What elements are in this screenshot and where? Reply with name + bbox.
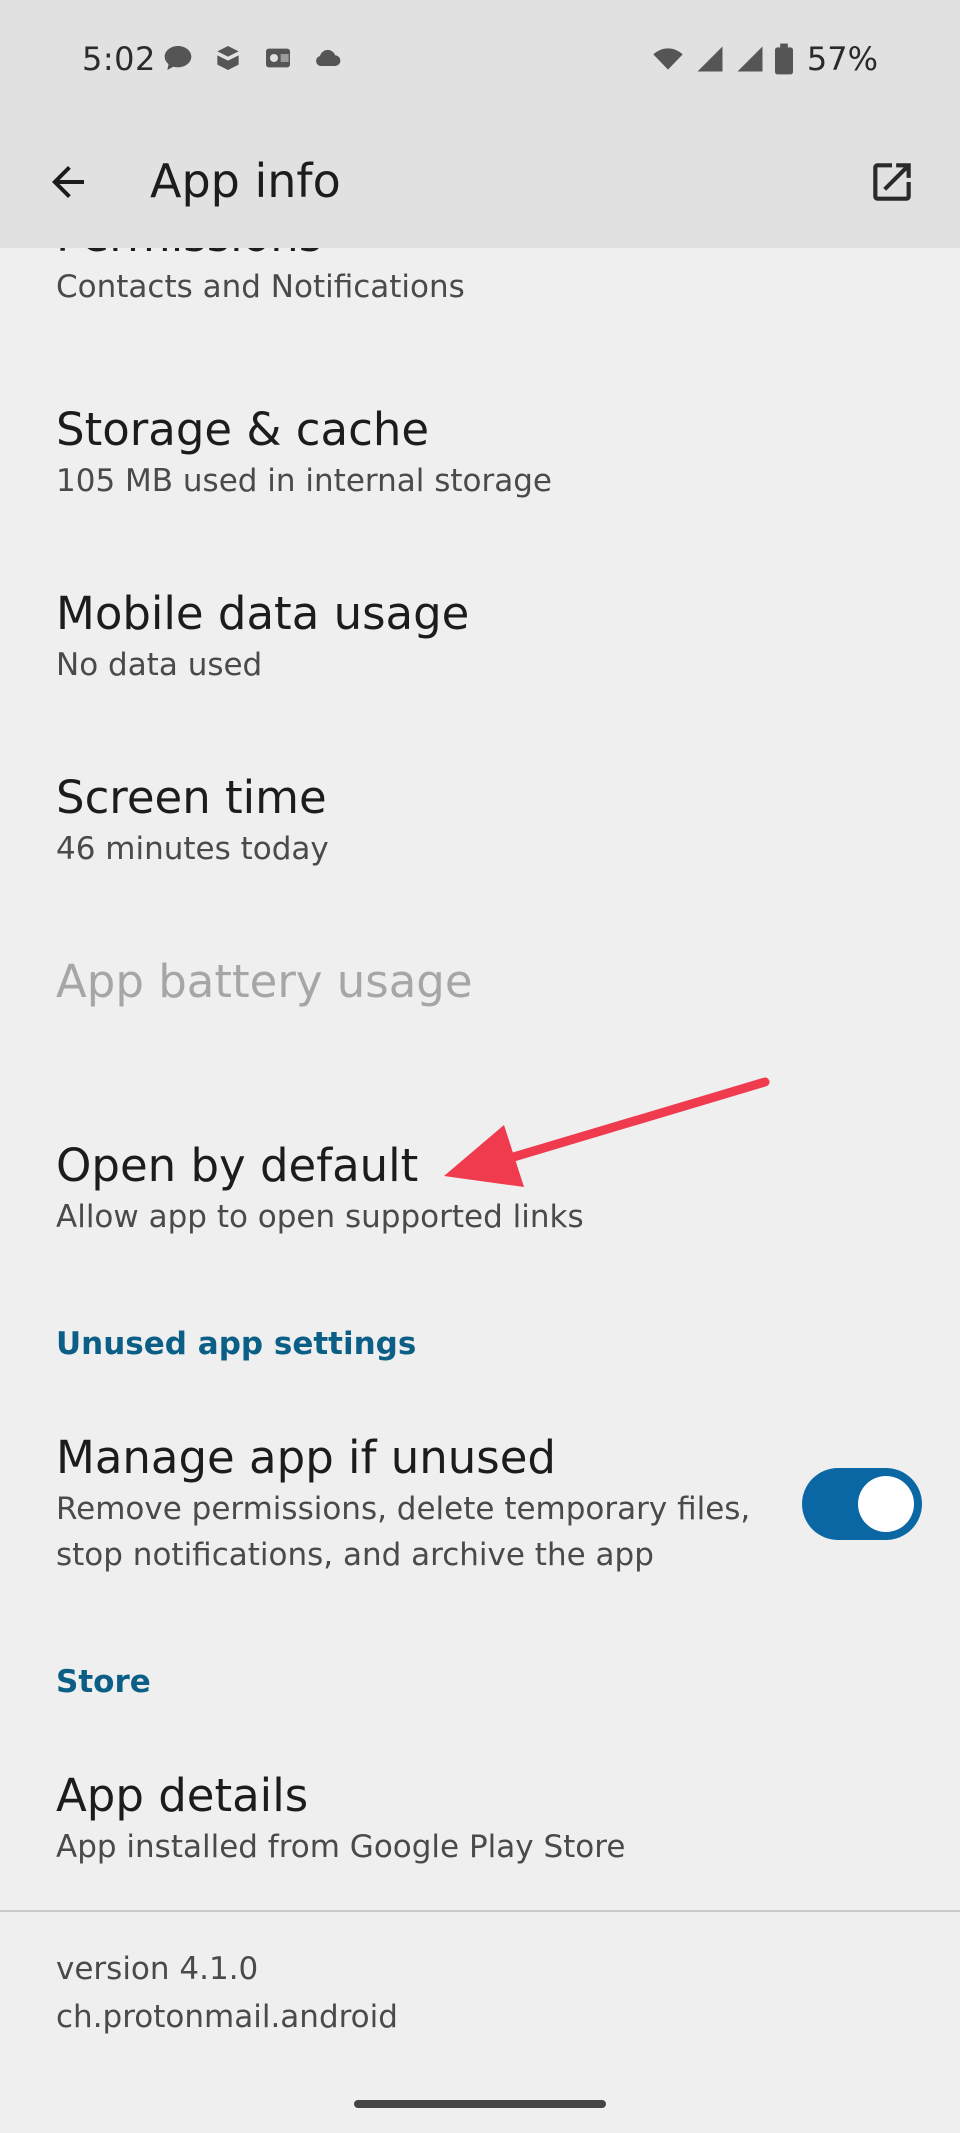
list-item-permissions[interactable]: Permissions Contacts and Notifications xyxy=(56,248,916,310)
item-subtitle: 46 minutes today xyxy=(56,831,329,867)
list-item-app-details[interactable]: App details App installed from Google Pl… xyxy=(56,1768,916,1870)
back-button[interactable] xyxy=(36,150,100,214)
battery-icon xyxy=(774,43,793,75)
list-item-manage-if-unused[interactable]: Manage app if unused Remove permissions,… xyxy=(56,1430,776,1578)
item-title: App battery usage xyxy=(56,955,473,1008)
manage-unused-toggle[interactable] xyxy=(802,1468,922,1540)
section-header-unused: Unused app settings xyxy=(56,1326,417,1362)
chat-bubble-icon xyxy=(164,46,192,70)
item-subtitle: Allow app to open supported links xyxy=(56,1199,584,1235)
version-text: version 4.1.0 xyxy=(56,1951,259,1987)
status-bar: 5:02 57% xyxy=(0,0,960,120)
open-in-new-icon xyxy=(873,163,911,201)
signal-icon-2 xyxy=(737,46,763,72)
section-header-store: Store xyxy=(56,1664,151,1700)
outlook-icon xyxy=(266,48,290,68)
item-subtitle: App installed from Google Play Store xyxy=(56,1829,626,1865)
item-subtitle: Contacts and Notifications xyxy=(56,269,465,305)
app-bar: App info xyxy=(0,120,960,248)
package-name: ch.protonmail.android xyxy=(56,1999,398,2035)
item-title: Manage app if unused xyxy=(56,1431,556,1484)
arrow-back-icon xyxy=(52,166,84,198)
toggle-knob xyxy=(858,1476,914,1532)
status-time: 5:02 xyxy=(82,40,156,78)
notification-icons xyxy=(162,42,344,74)
version-info: version 4.1.0 ch.protonmail.android xyxy=(56,1945,398,2041)
battery-percent: 57% xyxy=(806,40,878,78)
list-item-battery-usage: App battery usage xyxy=(56,954,916,1010)
item-title: Screen time xyxy=(56,771,327,824)
gesture-nav-handle[interactable] xyxy=(354,2100,606,2108)
item-title: Mobile data usage xyxy=(56,587,470,640)
signal-icon xyxy=(697,46,723,72)
cloud-icon xyxy=(316,49,341,67)
system-icons: 57% xyxy=(651,40,878,78)
item-subtitle-line1: Remove permissions, delete temporary fil… xyxy=(56,1491,751,1527)
item-subtitle: No data used xyxy=(56,647,263,683)
item-subtitle: 105 MB used in internal storage xyxy=(56,463,552,499)
footer-divider xyxy=(0,1910,960,1912)
notification-app-icon xyxy=(217,46,239,70)
open-app-button[interactable] xyxy=(860,150,924,214)
item-title: App details xyxy=(56,1769,309,1822)
list-item-mobile-data[interactable]: Mobile data usage No data used xyxy=(56,586,916,688)
item-title: Storage & cache xyxy=(56,403,430,456)
item-title: Permissions xyxy=(56,248,916,264)
list-item-screen-time[interactable]: Screen time 46 minutes today xyxy=(56,770,916,872)
item-subtitle-line2: stop notifications, and archive the app xyxy=(56,1537,654,1573)
annotation-arrow-icon xyxy=(444,1077,770,1187)
wifi-icon xyxy=(653,48,683,70)
page-title: App info xyxy=(150,154,341,208)
list-item-storage[interactable]: Storage & cache 105 MB used in internal … xyxy=(56,402,916,504)
